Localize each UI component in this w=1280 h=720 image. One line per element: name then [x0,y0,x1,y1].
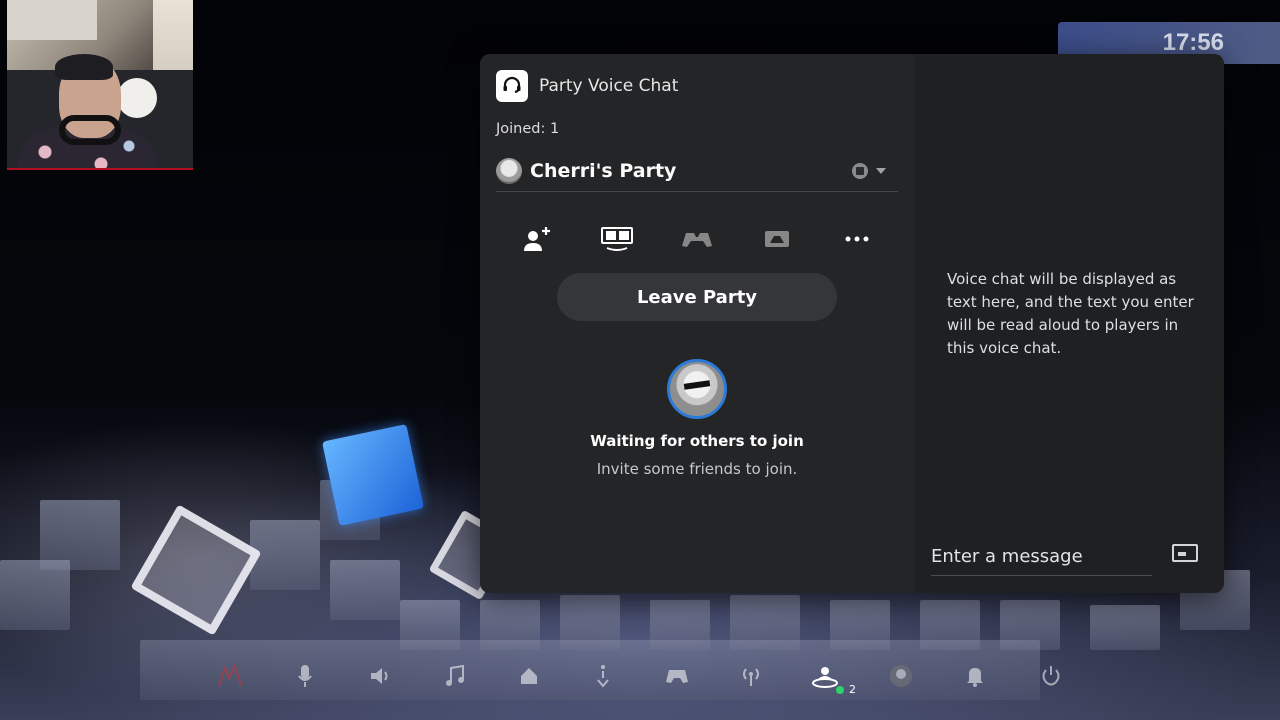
glass-cube [130,504,262,636]
message-field[interactable] [931,538,1152,576]
accessibility-icon[interactable] [588,662,618,690]
invite-icon[interactable] [517,222,557,256]
keyboard-icon[interactable] [1172,544,1198,562]
game-icon[interactable] [757,222,797,256]
profile-icon[interactable] [886,662,916,690]
party-selector[interactable]: Cherri's Party [496,150,898,192]
joined-count: Joined: 1 [496,121,560,137]
party-status-icon [852,162,868,179]
message-input[interactable] [931,538,1152,574]
headset-icon [496,70,528,102]
waiting-title: Waiting for others to join [590,432,804,450]
user-avatar [667,359,727,419]
control-center-bar [0,650,1280,700]
network-icon[interactable] [736,662,766,690]
game-logo-icon[interactable] [215,662,245,690]
more-icon[interactable] [837,222,877,256]
blue-cube [321,423,425,527]
notifications-icon[interactable] [960,662,990,690]
voice-chat-info: Voice chat will be displayed as text her… [947,270,1194,357]
party-name: Cherri's Party [530,159,677,182]
sound-icon[interactable] [365,662,395,690]
home-icon[interactable] [514,662,544,690]
party-avatar [496,157,522,184]
text-chat-section: Voice chat will be displayed as text her… [914,54,1224,593]
online-dot [836,685,844,694]
webcam-overlay [7,0,193,170]
party-voice-chat-panel: Party Voice Chat Joined: 1 Cherri's Part… [480,54,1224,593]
chevron-down-icon[interactable] [876,167,886,174]
share-play-icon[interactable] [677,222,717,256]
share-screen-icon[interactable] [597,222,637,256]
party-actions [517,222,877,256]
mic-icon[interactable] [290,662,320,690]
music-icon[interactable] [440,662,470,690]
power-icon[interactable] [1036,662,1066,690]
waiting-subtitle: Invite some friends to join. [596,460,798,478]
party-count-badge: 2 [836,683,856,696]
app-title: Party Voice Chat [539,76,679,96]
party-section: Party Voice Chat Joined: 1 Cherri's Part… [480,54,914,593]
leave-party-button[interactable]: Leave Party [557,273,837,321]
app-header: Party Voice Chat [496,70,678,102]
party-count: 2 [849,683,856,696]
controller-icon[interactable] [662,662,692,690]
